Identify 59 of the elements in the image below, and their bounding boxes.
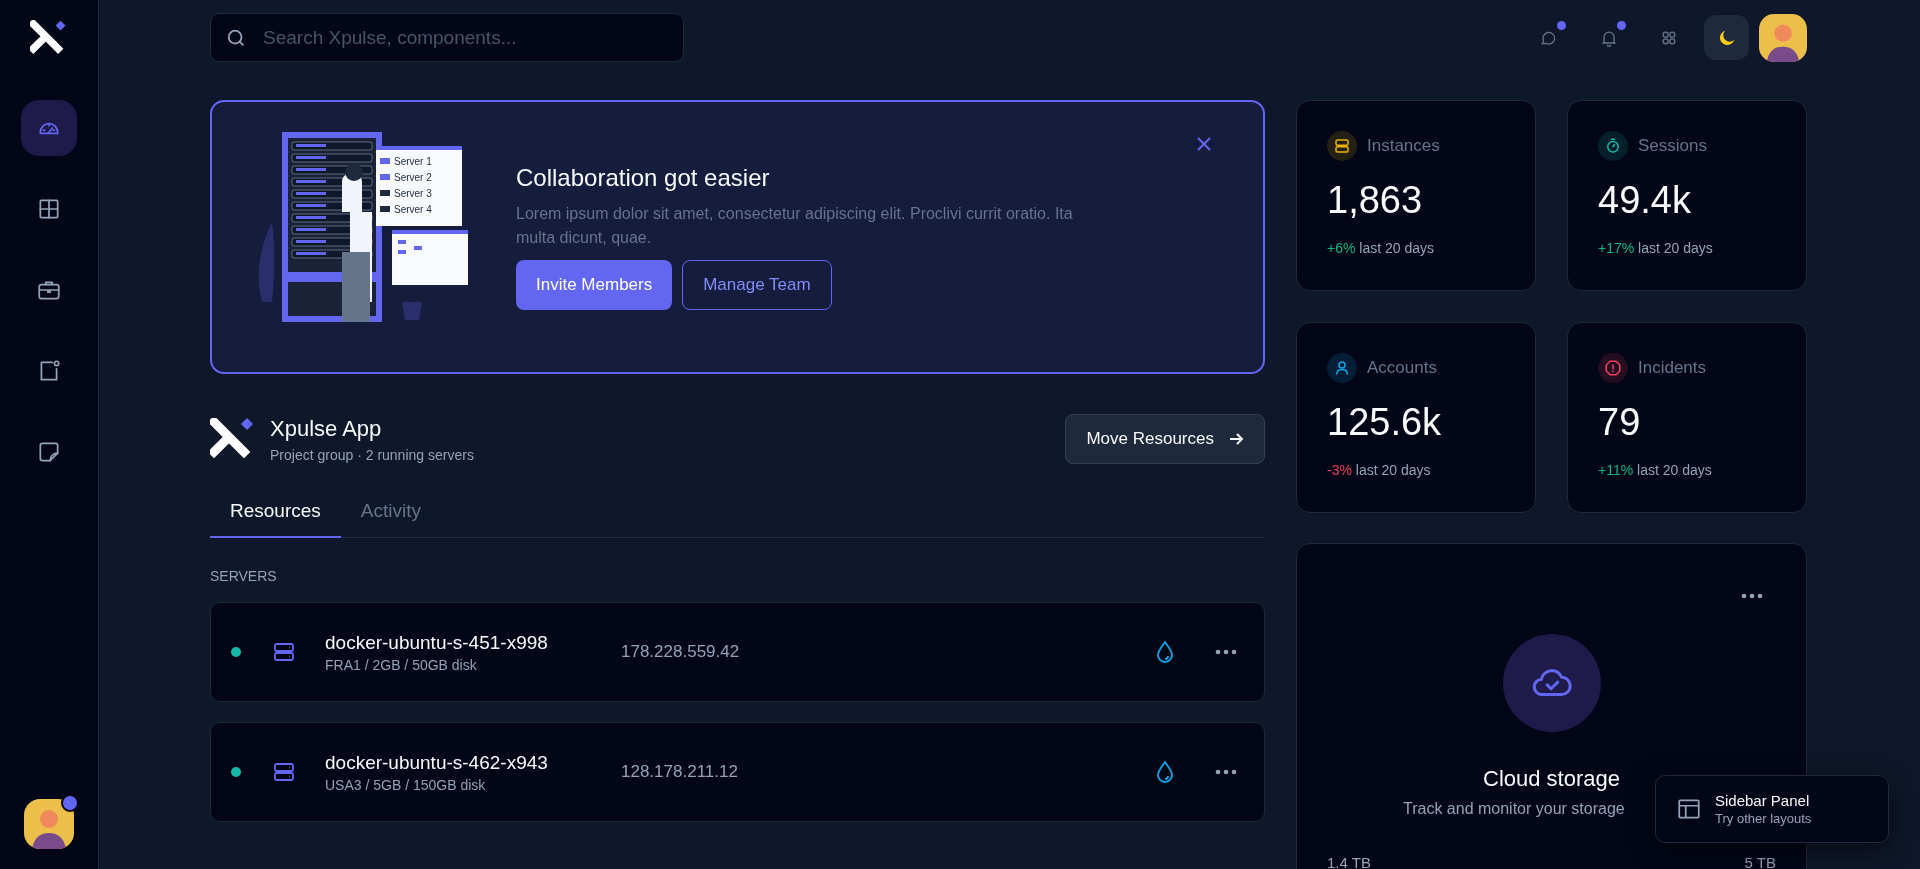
stat-change: +11% last 20 days bbox=[1598, 462, 1713, 478]
droplet-icon bbox=[1154, 640, 1176, 664]
tab[interactable]: Resources bbox=[210, 486, 341, 538]
stat-label: Accounts bbox=[1367, 358, 1437, 378]
more-icon bbox=[1215, 649, 1237, 655]
server-icon bbox=[272, 760, 296, 784]
storage-text: Track and monitor your storage bbox=[1403, 800, 1625, 818]
stat-value: 1,863 bbox=[1327, 179, 1424, 222]
server-specs: USA3 / 5GB / 150GB disk bbox=[325, 776, 487, 793]
arrow-right-icon bbox=[1228, 431, 1244, 447]
server-icon bbox=[272, 640, 296, 664]
stat-value: 125.6k bbox=[1327, 401, 1443, 444]
sticky-note-icon bbox=[36, 439, 62, 465]
more-icon bbox=[1741, 593, 1763, 599]
server-name: docker-ubuntu-s-451-x998 bbox=[325, 631, 549, 654]
theme-toggle[interactable] bbox=[1704, 15, 1749, 60]
stat-label: Sessions bbox=[1638, 136, 1707, 156]
stat-change: +17% last 20 days bbox=[1598, 240, 1714, 256]
avatar[interactable] bbox=[1759, 13, 1807, 62]
stat-label: Incidents bbox=[1638, 358, 1707, 378]
banner-text: Lorem ipsum dolor sit amet, consectetur adipiscing elit. Proclivi currit oratio. Ita multa dicunt, quae. bbox=[516, 204, 1074, 248]
close-button[interactable] bbox=[1195, 135, 1213, 153]
popup-title: Sidebar Panel bbox=[1715, 792, 1811, 809]
droplet-icon bbox=[1154, 760, 1176, 784]
close-icon bbox=[1195, 135, 1213, 153]
stat-change: -3% last 20 days bbox=[1327, 462, 1432, 478]
total-storage: 5 TB bbox=[1744, 854, 1776, 869]
move-resources-button[interactable]: Move Resources bbox=[1065, 414, 1265, 464]
stat-value: 79 bbox=[1598, 401, 1642, 444]
server-row[interactable]: docker-ubuntu-s-462-x943 USA3 / 5GB / 150GB disk 128.178.211.12 bbox=[210, 722, 1265, 822]
logo-icon bbox=[30, 20, 68, 56]
tab[interactable]: Activity bbox=[340, 486, 441, 538]
project-logo-icon bbox=[210, 418, 256, 460]
search-input[interactable]: Search Xpulse, components... bbox=[261, 25, 669, 50]
stat-change: +6% last 20 days bbox=[1327, 240, 1436, 256]
invite-button[interactable]: Invite Members bbox=[516, 260, 673, 310]
grid-icon bbox=[36, 196, 62, 222]
banner-title: Collaboration got easier bbox=[516, 164, 771, 192]
project-subtitle: Project group · 2 running servers bbox=[270, 446, 474, 463]
project-name: Xpulse App bbox=[270, 415, 383, 442]
stat-value: 49.4k bbox=[1598, 179, 1692, 222]
manage-button[interactable]: Manage Team bbox=[682, 260, 832, 310]
layout-popup[interactable]: Sidebar Panel Try other layouts bbox=[1655, 775, 1889, 843]
popup-text: Try other layouts bbox=[1715, 811, 1812, 826]
sidebar-item[interactable] bbox=[21, 100, 77, 156]
search-field[interactable]: Search Xpulse, components... bbox=[210, 13, 684, 62]
section-heading: SERVERS bbox=[210, 568, 278, 584]
used-storage: 1.4 TB bbox=[1327, 854, 1371, 869]
server-row[interactable]: docker-ubuntu-s-451-x998 FRA1 / 2GB / 50GB disk 178.228.559.42 bbox=[210, 602, 1265, 702]
avatar[interactable] bbox=[24, 799, 74, 849]
ip-address: 178.228.559.42 bbox=[621, 642, 740, 662]
stat-label: Instances bbox=[1367, 136, 1440, 156]
ip-address: 128.178.211.12 bbox=[621, 762, 738, 782]
more-icon bbox=[1215, 769, 1237, 775]
storage-title: Cloud storage bbox=[1483, 766, 1620, 792]
server-room-drawing: Server 1 Server 2 Server 3 Server 4 bbox=[242, 132, 500, 342]
server-specs: FRA1 / 2GB / 50GB disk bbox=[325, 656, 478, 673]
server-name: docker-ubuntu-s-462-x943 bbox=[325, 751, 549, 774]
layout-icon bbox=[1676, 796, 1702, 822]
